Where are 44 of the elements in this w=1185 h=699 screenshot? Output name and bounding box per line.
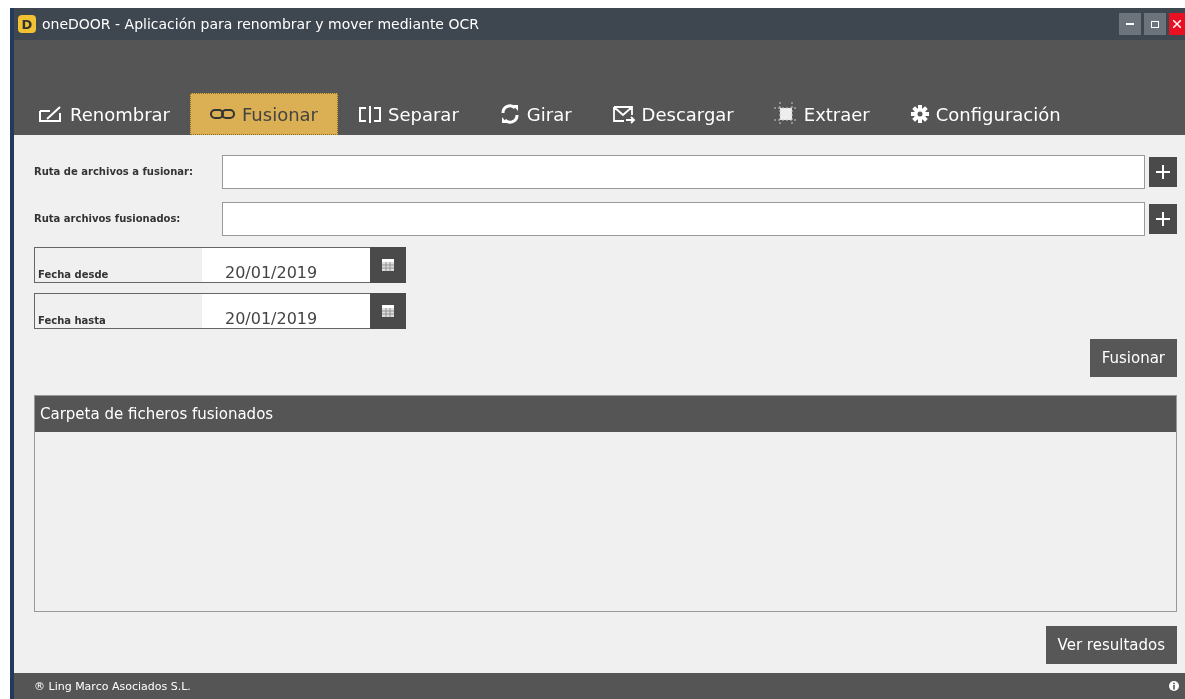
field-label: Ruta archivos fusionados:: [34, 213, 182, 224]
calendar-icon: [382, 259, 394, 271]
date-field[interactable]: Fecha desde 20/01/2019: [34, 247, 370, 283]
date-field[interactable]: Fecha hasta 20/01/2019: [34, 293, 370, 329]
tab[interactable]: Renombrar: [18, 93, 190, 135]
date-value: 20/01/2019: [225, 263, 318, 282]
path-field[interactable]: [222, 201, 1145, 236]
maximize-button[interactable]: [1144, 13, 1166, 35]
tab[interactable]: Separar: [338, 93, 479, 135]
plus-icon: [1155, 163, 1171, 180]
field-label: Ruta de archivos a fusionar:: [34, 166, 194, 177]
split-icon: [358, 105, 382, 123]
field-label: Fecha hasta: [37, 315, 107, 328]
calendar-icon: [382, 305, 394, 317]
edit-icon: [38, 105, 64, 123]
calendar-button[interactable]: [370, 247, 406, 283]
tab[interactable]: Configuración: [889, 93, 1081, 135]
calendar-button[interactable]: [370, 293, 406, 329]
tab[interactable]: Fusionar: [190, 93, 338, 135]
minimize-icon: [1126, 23, 1134, 25]
minimize-button[interactable]: [1119, 13, 1141, 35]
tab[interactable]: Girar: [478, 93, 592, 135]
maximize-icon: [1151, 20, 1159, 28]
add-button[interactable]: [1149, 156, 1177, 187]
app-logo: D: [18, 15, 36, 33]
path-field[interactable]: [222, 154, 1145, 189]
add-button[interactable]: [1149, 203, 1177, 234]
view-results-button[interactable]: Ver resultados: [1045, 626, 1177, 664]
field-label: Fecha desde: [37, 269, 110, 282]
copyright-text: ® Ling Marco Asociados S.L.: [34, 679, 191, 693]
info-icon: [1169, 681, 1179, 691]
settings-icon: [909, 104, 930, 124]
close-button[interactable]: [1169, 13, 1185, 35]
crop-icon: [773, 102, 798, 126]
close-icon: [1173, 20, 1181, 28]
link-icon: [210, 107, 236, 121]
date-value: 20/01/2019: [225, 309, 318, 328]
plus-icon: [1155, 210, 1171, 227]
panel-title: Carpeta de ficheros fusionados: [35, 396, 1176, 432]
mail-icon: [611, 103, 636, 125]
window-title: oneDOOR - Aplicación para renombrar y mover mediante OCR: [42, 16, 480, 32]
merge-button[interactable]: Fusionar: [1089, 339, 1177, 377]
tab[interactable]: Descargar: [591, 93, 754, 135]
tab[interactable]: Extraer: [753, 93, 890, 135]
